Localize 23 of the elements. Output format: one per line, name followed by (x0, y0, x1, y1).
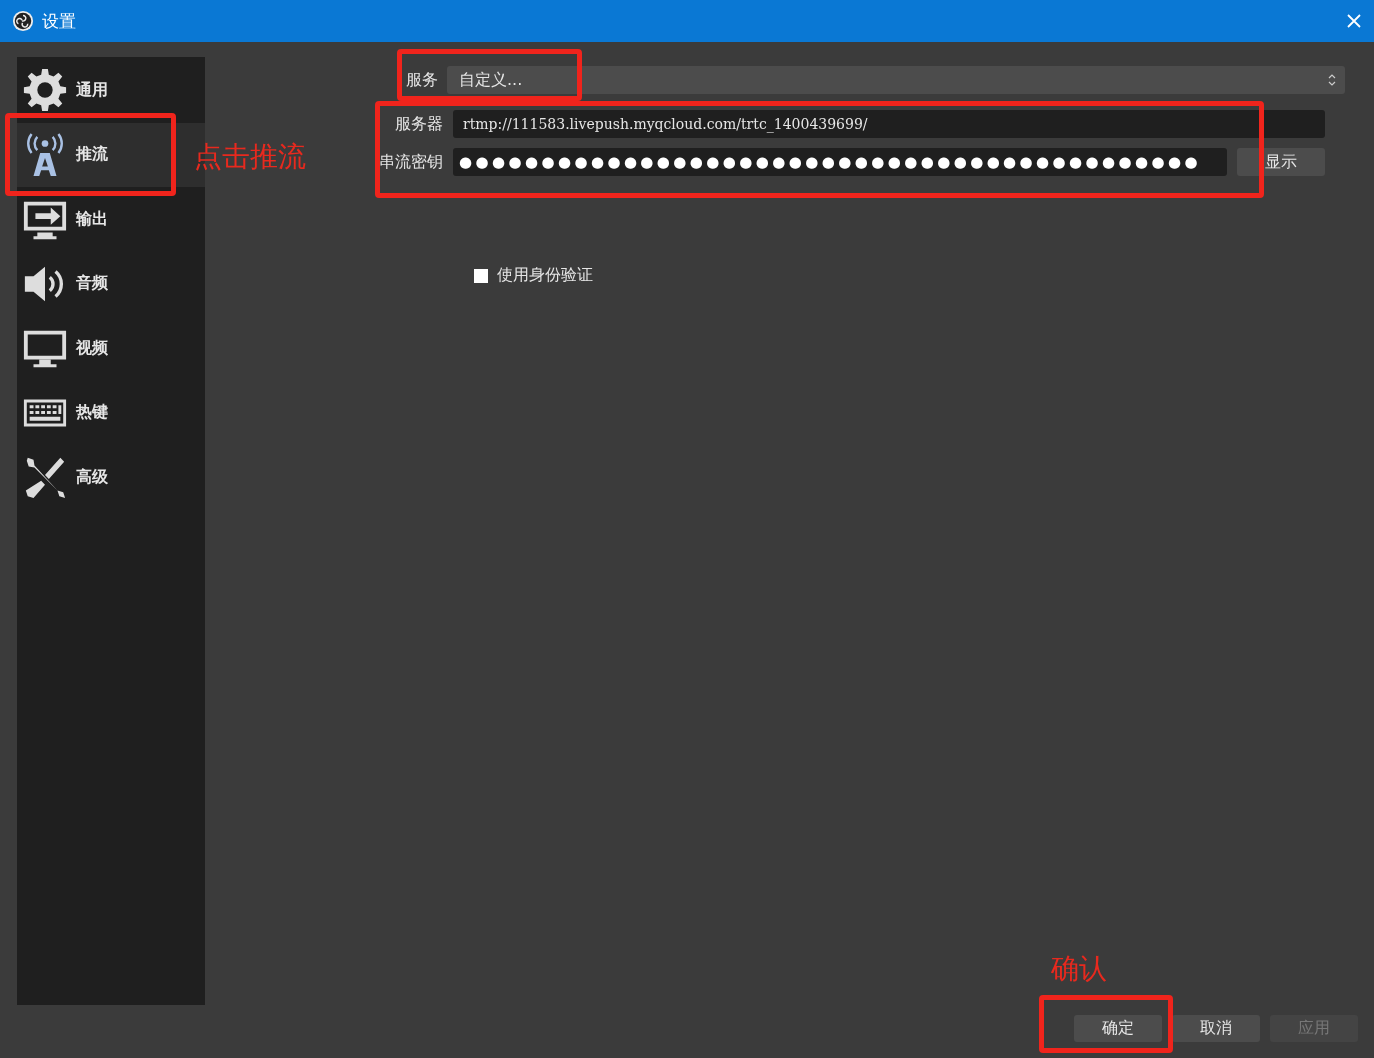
service-dropdown[interactable]: 自定义... (447, 66, 1345, 94)
dialog-button[interactable]: 确定 (1074, 1015, 1162, 1042)
sidebar-item[interactable]: 通用 (17, 58, 205, 123)
window-title: 设置 (42, 9, 76, 33)
stream-key-field[interactable]: ●●●●●●●●●●●●●●●●●●●●●●●●●●●●●●●●●●●●●●●●●●●●● (453, 148, 1227, 176)
field-label: 串流密钥 (379, 151, 443, 173)
sidebar-item[interactable]: 输出 (17, 187, 205, 252)
server-field[interactable]: rtmp://111583.livepush.myqcloud.com/trtc_1400439699/ (453, 110, 1325, 138)
annotation-text: 确认 (1051, 951, 1107, 987)
updown-arrows-icon (1327, 72, 1337, 88)
close-icon[interactable] (1346, 13, 1362, 29)
checkbox-label: 使用身份验证 (497, 265, 593, 286)
gear-icon (22, 67, 68, 114)
show-button[interactable]: 显示 (1237, 148, 1325, 176)
sidebar-item[interactable]: 视频 (17, 316, 205, 381)
sidebar-item[interactable]: 热键 (17, 380, 205, 445)
field-label: 服务 (406, 69, 439, 91)
sidebar-item[interactable]: 高级 (17, 445, 205, 510)
app-logo-icon (12, 10, 34, 32)
dialog-button[interactable]: 取消 (1172, 1015, 1260, 1042)
field-label: 服务器 (395, 113, 443, 135)
checkbox[interactable] (474, 268, 488, 283)
sidebar-item[interactable]: 音频 (17, 251, 205, 316)
